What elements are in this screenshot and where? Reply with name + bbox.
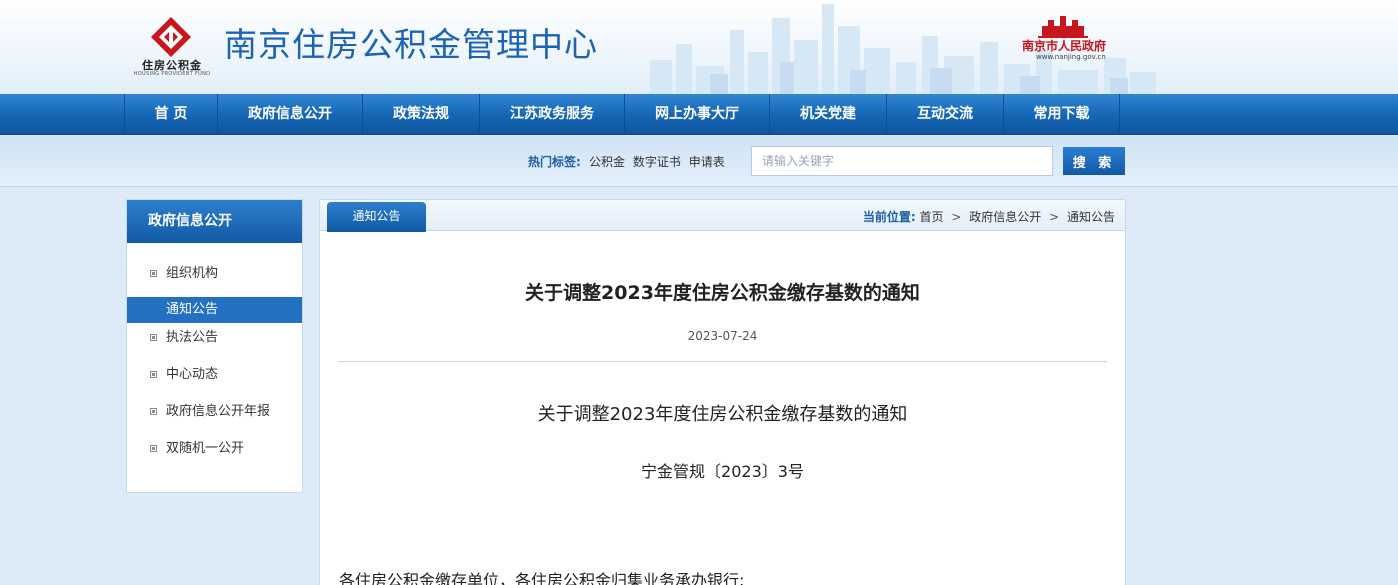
breadcrumb-label: 当前位置: bbox=[862, 210, 916, 224]
breadcrumb-separator: > bbox=[1049, 210, 1060, 224]
sidebar-item-double-random[interactable]: 双随机一公开 bbox=[127, 436, 302, 462]
search-bar: 热门标签: 公积金 数字证书 申请表 搜 索 bbox=[0, 136, 1398, 187]
sidebar-list: 组织机构 通知公告 执法公告 中心动态 政府信息公开年报 双随机一公开 bbox=[127, 243, 302, 492]
gov-name[interactable]: 南京市人民政府 bbox=[1022, 37, 1106, 54]
search-button[interactable]: 搜 索 bbox=[1063, 147, 1125, 175]
square-bullet-icon bbox=[150, 270, 157, 277]
sidebar-item-center-news[interactable]: 中心动态 bbox=[127, 362, 302, 388]
search-input[interactable] bbox=[751, 146, 1053, 176]
sidebar-item-notices[interactable]: 通知公告 bbox=[127, 297, 302, 323]
breadcrumb-home[interactable]: 首页 bbox=[920, 210, 944, 224]
content-panel: 通知公告 当前位置: 首页 > 政府信息公开 > 通知公告 关于调整2023年度… bbox=[319, 199, 1126, 585]
article-divider bbox=[338, 361, 1107, 362]
breadcrumb-notices[interactable]: 通知公告 bbox=[1067, 210, 1115, 224]
sidebar-item-label: 通知公告 bbox=[166, 302, 219, 317]
site-title[interactable]: 南京住房公积金管理中心 bbox=[224, 18, 598, 66]
sidebar-item-annual-report[interactable]: 政府信息公开年报 bbox=[127, 399, 302, 425]
hot-tag-digital-cert[interactable]: 数字证书 bbox=[633, 155, 681, 169]
sidebar-item-label: 执法公告 bbox=[166, 330, 219, 345]
document-greeting: 各住房公积金缴存单位，各住房公积金归集业务承办银行: bbox=[339, 571, 745, 585]
hot-tags: 公积金 数字证书 申请表 bbox=[589, 153, 729, 170]
housing-fund-logo-icon bbox=[151, 17, 191, 57]
sidebar-item-organization[interactable]: 组织机构 bbox=[127, 261, 302, 287]
site-header: 住房公积金 HOUSING PROVIDENT FUND 南京住房公积金管理中心… bbox=[0, 0, 1398, 94]
article-date: 2023-07-24 bbox=[687, 329, 758, 343]
article-title: 关于调整2023年度住房公积金缴存基数的通知 bbox=[525, 282, 920, 304]
nav-item-interaction[interactable]: 互动交流 bbox=[886, 94, 1003, 135]
main-nav: 首 页 政府信息公开 政策法规 江苏政务服务 网上办事大厅 机关党建 互动交流 … bbox=[0, 94, 1398, 135]
square-bullet-icon bbox=[150, 334, 157, 341]
breadcrumb-gov-info[interactable]: 政府信息公开 bbox=[969, 210, 1041, 224]
sidebar-item-enforcement[interactable]: 执法公告 bbox=[127, 325, 302, 351]
sidebar: 政府信息公开 组织机构 通知公告 执法公告 中心动态 政府信息公开年报 双随机一… bbox=[126, 199, 303, 493]
panel-tab-notices[interactable]: 通知公告 bbox=[327, 202, 426, 232]
breadcrumb: 当前位置: 首页 > 政府信息公开 > 通知公告 bbox=[863, 208, 1115, 225]
sidebar-item-label: 组织机构 bbox=[166, 266, 219, 281]
nav-item-gov-info[interactable]: 政府信息公开 bbox=[217, 94, 362, 135]
nav-item-jiangsu-services[interactable]: 江苏政务服务 bbox=[479, 94, 624, 135]
square-bullet-icon bbox=[150, 371, 157, 378]
breadcrumb-separator: > bbox=[951, 210, 962, 224]
hot-tag-housing-fund[interactable]: 公积金 bbox=[589, 155, 625, 169]
nanjing-government-emblem-icon bbox=[1038, 16, 1088, 38]
nav-item-downloads[interactable]: 常用下载 bbox=[1003, 94, 1120, 135]
nav-item-party[interactable]: 机关党建 bbox=[769, 94, 886, 135]
document-title: 关于调整2023年度住房公积金缴存基数的通知 bbox=[537, 404, 908, 425]
sidebar-item-label: 双随机一公开 bbox=[166, 441, 245, 456]
hot-tag-application-form[interactable]: 申请表 bbox=[689, 155, 725, 169]
nav-item-home[interactable]: 首 页 bbox=[124, 94, 217, 135]
square-bullet-icon bbox=[150, 408, 157, 415]
hot-tags-label: 热门标签: bbox=[528, 155, 581, 169]
gov-url[interactable]: www.nanjing.gov.cn bbox=[1036, 53, 1106, 61]
panel-header: 通知公告 当前位置: 首页 > 政府信息公开 > 通知公告 bbox=[320, 200, 1125, 232]
nav-item-policy[interactable]: 政策法规 bbox=[362, 94, 479, 135]
sidebar-title: 政府信息公开 bbox=[127, 200, 302, 243]
sidebar-item-label: 中心动态 bbox=[166, 367, 219, 382]
nav-item-online-hall[interactable]: 网上办事大厅 bbox=[624, 94, 769, 135]
logo-subtext: HOUSING PROVIDENT FUND bbox=[133, 71, 211, 77]
sidebar-item-label: 政府信息公开年报 bbox=[166, 404, 271, 419]
square-bullet-icon bbox=[150, 445, 157, 452]
document-number: 宁金管规〔2023〕3号 bbox=[641, 462, 804, 481]
